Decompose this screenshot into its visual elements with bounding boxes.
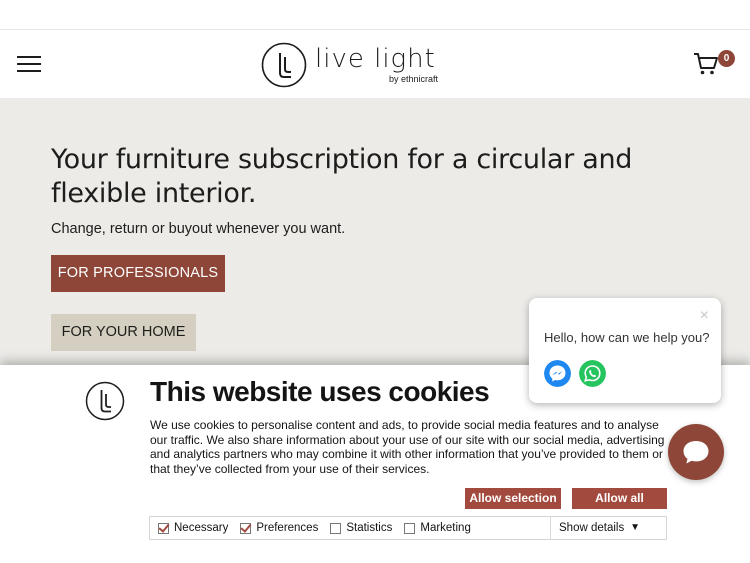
checkbox-box[interactable]: [240, 522, 252, 534]
checkbox-label: Preferences: [256, 522, 319, 534]
for-your-home-button[interactable]: FOR YOUR HOME: [51, 314, 196, 351]
marketing-checkbox[interactable]: Marketing: [404, 522, 471, 534]
chat-greeting: Hello, how can we help you?: [544, 330, 710, 345]
brand-logo[interactable]: live light by ethnicraft: [261, 42, 440, 88]
statistics-checkbox[interactable]: Statistics: [330, 522, 392, 534]
show-details-label: Show details: [559, 522, 625, 534]
hero-title: Your furniture subscription for a circul…: [51, 144, 633, 209]
cart-icon[interactable]: [693, 51, 719, 77]
messenger-icon[interactable]: [544, 360, 571, 387]
cookie-description: We use cookies to personalise content an…: [150, 418, 665, 476]
necessary-checkbox[interactable]: Necessary: [158, 522, 228, 534]
hero-subtitle: Change, return or buyout whenever you wa…: [51, 221, 346, 237]
for-professionals-button[interactable]: FOR PROFESSIONALS: [51, 255, 225, 292]
logo-mark-icon: [261, 42, 307, 88]
chat-bubble-icon: [683, 441, 709, 464]
chat-popup: × Hello, how can we help you?: [529, 298, 721, 403]
allow-selection-button[interactable]: Allow selection: [465, 488, 561, 509]
preferences-checkbox[interactable]: Preferences: [240, 522, 318, 534]
show-details-toggle[interactable]: Show details ▼: [550, 517, 666, 539]
allow-all-button[interactable]: Allow all: [572, 488, 667, 509]
cart-count-badge: 0: [718, 50, 735, 67]
close-icon[interactable]: ×: [700, 308, 709, 324]
checkbox-label: Marketing: [420, 522, 471, 534]
checkbox-box[interactable]: [330, 522, 342, 534]
cookie-title: This website uses cookies: [150, 376, 490, 407]
checkbox-box[interactable]: [404, 522, 416, 534]
chat-launcher-button[interactable]: [668, 424, 724, 480]
logo-title: live light: [315, 44, 436, 74]
logo-subtitle: by ethnicraft: [388, 74, 438, 84]
cookie-logo-icon: [85, 381, 125, 421]
checkbox-label: Necessary: [174, 522, 229, 534]
checkbox-label: Statistics: [346, 522, 393, 534]
top-bar: [0, 0, 750, 30]
site-header: live light by ethnicraft 0: [0, 31, 750, 98]
cookie-consent-options: Necessary Preferences Statistics Marketi…: [149, 516, 667, 540]
whatsapp-icon[interactable]: [579, 360, 606, 387]
menu-icon[interactable]: [17, 56, 41, 74]
checkbox-box[interactable]: [158, 522, 169, 534]
chevron-down-icon: ▼: [630, 522, 640, 533]
